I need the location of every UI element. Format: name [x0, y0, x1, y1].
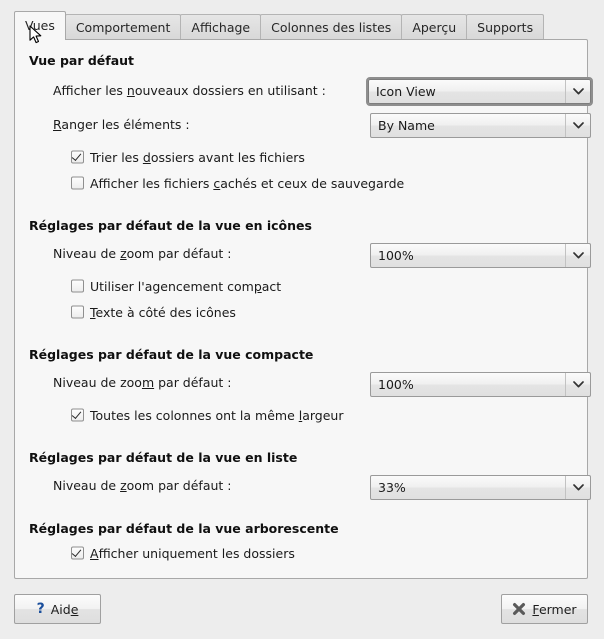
close-button-label: Fermer: [532, 601, 577, 617]
tab-apercu[interactable]: Aperçu: [401, 14, 468, 39]
label-list-zoom-level: Niveau de zoom par défaut :: [53, 478, 232, 493]
tab-vues[interactable]: Vues: [14, 11, 66, 40]
close-x-icon: [512, 602, 526, 616]
checkbox-row-show-hidden-files[interactable]: Afficher les fichiers cachés et ceux de …: [29, 170, 575, 196]
tab-label: Vues: [25, 18, 55, 33]
tab-affichage[interactable]: Affichage: [180, 14, 262, 39]
chevron-down-icon: [565, 373, 590, 396]
label-new-folders-view: Afficher les nouveaux dossiers en utilis…: [53, 83, 326, 98]
tab-strip: Vues Comportement Affichage Colonnes des…: [14, 11, 545, 40]
tab-supports[interactable]: Supports: [466, 14, 545, 39]
checkbox-folders-only[interactable]: [71, 546, 84, 560]
checkbox-label: Afficher uniquement les dossiers: [90, 545, 295, 561]
tab-comportement[interactable]: Comportement: [64, 14, 182, 39]
checkbox-label: Afficher les fichiers cachés et ceux de …: [90, 175, 405, 191]
checkbox-label: Texte à côté des icônes: [90, 304, 236, 320]
section-title-compact-view: Réglages par défaut de la vue compacte: [29, 347, 314, 362]
chevron-down-icon: [565, 114, 590, 137]
combo-value: 100%: [378, 377, 414, 392]
section-title-icon-view: Réglages par défaut de la vue en icônes: [29, 218, 312, 233]
combo-compact-zoom-level[interactable]: 100%: [370, 372, 591, 397]
tab-label: Aperçu: [412, 20, 457, 35]
chevron-down-icon: [565, 476, 590, 499]
combo-value: By Name: [378, 118, 435, 133]
section-title-default-view: Vue par défaut: [29, 53, 135, 68]
section-title-list-view: Réglages par défaut de la vue en liste: [29, 450, 298, 465]
checkbox-show-hidden-files[interactable]: [71, 176, 84, 190]
checkbox-label: Toutes les colonnes ont la même largeur: [90, 407, 344, 423]
question-mark-icon: ?: [36, 601, 45, 617]
tab-label: Colonnes des listes: [271, 20, 392, 35]
checkbox-label: Trier les dossiers avant les fichiers: [90, 149, 305, 165]
help-button[interactable]: ? Aide: [14, 594, 101, 624]
checkbox-compact-layout[interactable]: [71, 279, 84, 293]
tab-colonnes-des-listes[interactable]: Colonnes des listes: [260, 14, 403, 39]
combo-list-zoom-level[interactable]: 33%: [370, 475, 591, 500]
chevron-down-icon: [565, 244, 590, 267]
combo-new-folders-view[interactable]: Icon View: [366, 77, 593, 106]
close-button[interactable]: Fermer: [501, 594, 588, 624]
section-title-tree-view: Réglages par défaut de la vue arborescen…: [29, 521, 339, 536]
label-icon-zoom-level: Niveau de zoom par défaut :: [53, 246, 232, 261]
label-arrange-items: Ranger les éléments :: [53, 117, 190, 132]
tab-label: Supports: [477, 20, 534, 35]
combo-value: 33%: [378, 480, 406, 495]
chevron-down-icon: [565, 80, 590, 103]
combo-arrange-items[interactable]: By Name: [370, 113, 591, 138]
combo-value: Icon View: [376, 84, 436, 99]
combo-value: 100%: [378, 248, 414, 263]
checkbox-row-folders-only[interactable]: Afficher uniquement les dossiers: [29, 540, 575, 566]
checkbox-row-compact-layout[interactable]: Utiliser l'agencement compact: [29, 273, 575, 299]
tab-label: Affichage: [191, 20, 251, 35]
preferences-panel: Vue par défaut Afficher les nouveaux dos…: [14, 39, 593, 579]
checkbox-columns-same-width[interactable]: [71, 408, 84, 422]
label-compact-zoom-level: Niveau de zoom par défaut :: [53, 375, 232, 390]
checkbox-sort-folders-first[interactable]: [71, 150, 84, 164]
checkbox-row-text-beside-icons[interactable]: Texte à côté des icônes: [29, 299, 575, 325]
help-button-label: Aide: [50, 601, 79, 617]
checkbox-row-sort-folders-first[interactable]: Trier les dossiers avant les fichiers: [29, 144, 575, 170]
tab-label: Comportement: [75, 20, 171, 35]
checkbox-text-beside-icons[interactable]: [71, 305, 84, 319]
checkbox-label: Utiliser l'agencement compact: [90, 278, 282, 294]
combo-icon-zoom-level[interactable]: 100%: [370, 243, 591, 268]
checkbox-row-columns-same-width[interactable]: Toutes les colonnes ont la même largeur: [29, 402, 575, 428]
